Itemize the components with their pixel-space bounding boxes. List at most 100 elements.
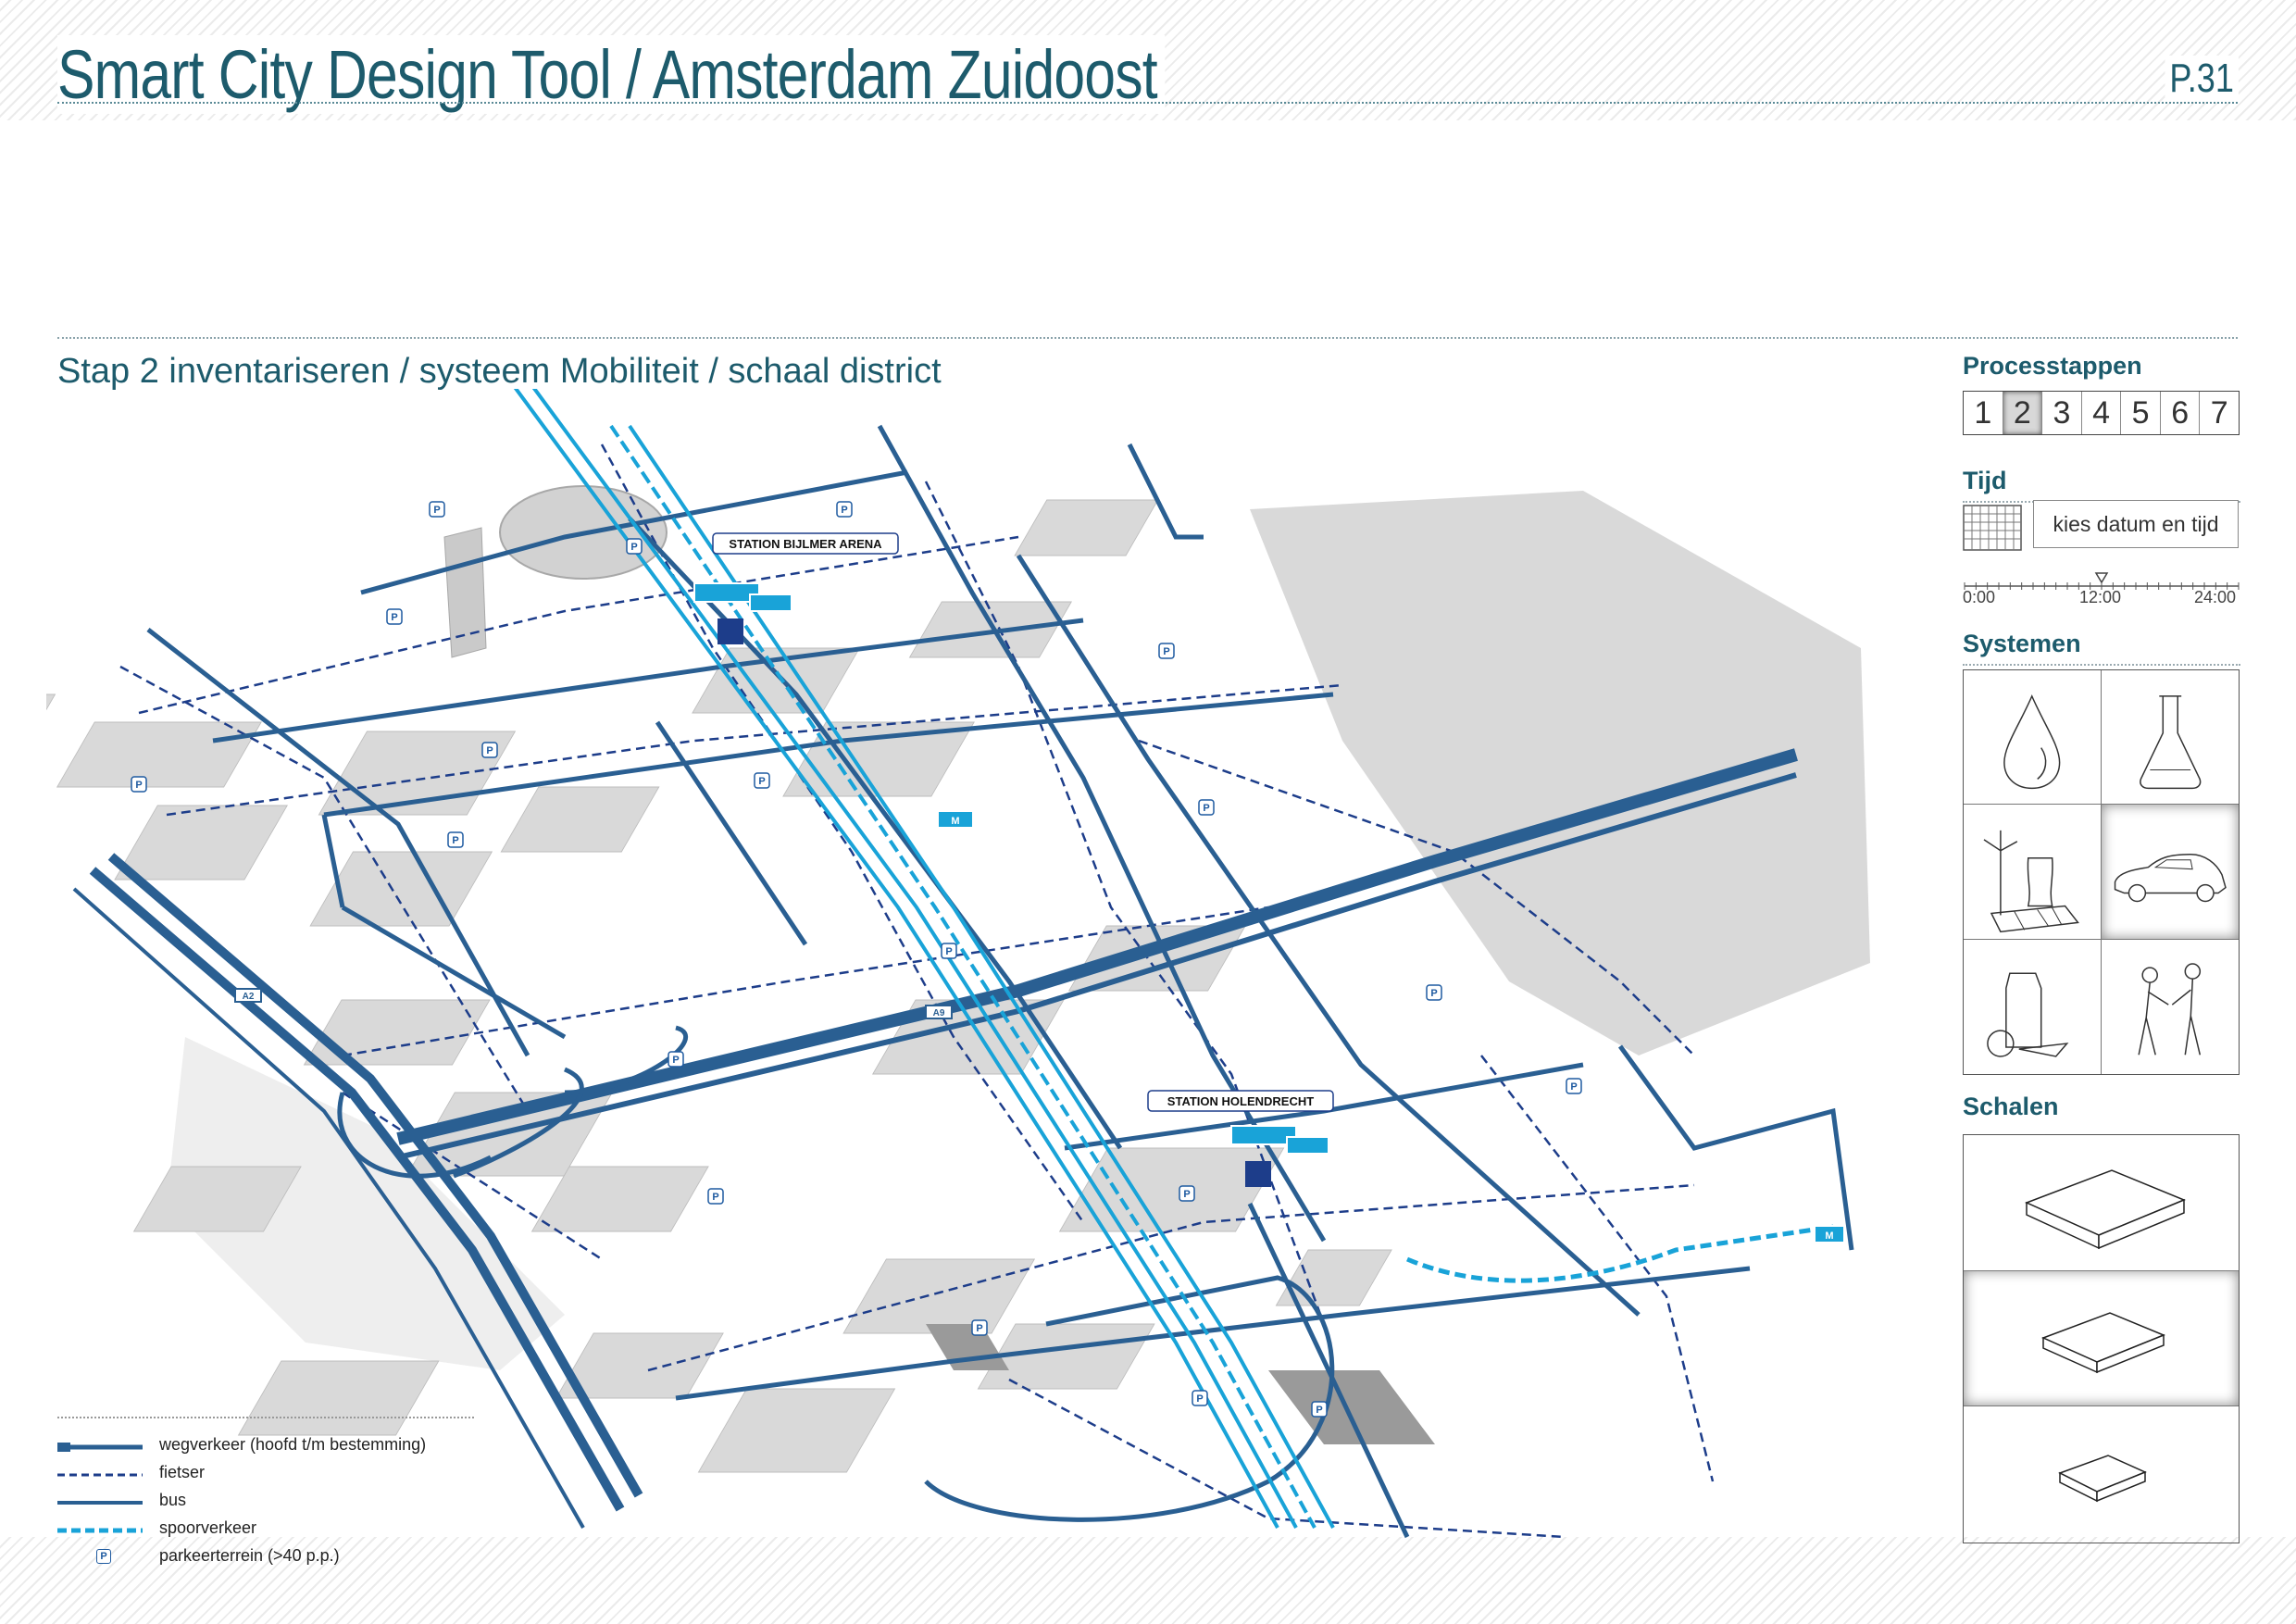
- legend-label-bike: fietser: [159, 1463, 206, 1481]
- process-heading: Processtappen: [1963, 352, 2240, 381]
- step-button-6[interactable]: 6: [2161, 392, 2201, 434]
- highway-shield-a2: A2: [234, 988, 262, 1003]
- legend-item-rail: spoorverkeer: [57, 1517, 474, 1544]
- parking-marker-label: P: [452, 835, 458, 846]
- station-label-bijlmer: STATION BIJLMER ARENA: [729, 537, 882, 551]
- scale-medium-icon: [2041, 1312, 2165, 1374]
- systems-grid: [1963, 669, 2240, 1075]
- step-button-5[interactable]: 5: [2121, 392, 2161, 434]
- metro-stop-middle[interactable]: M: [937, 810, 974, 829]
- energy-icon: [1983, 831, 2079, 933]
- legend-label-parking: parkeerterrein (>40 p.p.): [159, 1546, 340, 1565]
- parking-marker-label: P: [433, 505, 440, 516]
- system-food[interactable]: [1964, 939, 2102, 1074]
- parking-marker-label: P: [672, 1055, 679, 1066]
- water-drop-icon: [2003, 694, 2061, 790]
- food-icon: [1987, 972, 2069, 1057]
- parking-marker-label: P: [630, 542, 637, 553]
- process-steps: 1 2 3 4 5 6 7: [1963, 391, 2240, 435]
- parking-marker-label: P: [945, 946, 952, 957]
- time-heading: Tijd: [1963, 467, 2240, 503]
- parking-marker-label: P: [841, 505, 847, 516]
- systems-heading-text: Systemen: [1963, 630, 2081, 657]
- station-bijlmer-arena[interactable]: STATION BIJLMER ARENA: [693, 532, 899, 644]
- highway-label-a9: A9: [933, 1008, 945, 1018]
- car-icon: [2114, 854, 2227, 903]
- metro-stop-east[interactable]: M: [1814, 1225, 1845, 1243]
- parking-lot-grey: [1268, 1370, 1435, 1444]
- date-time-field[interactable]: kies datum en tijd: [2033, 500, 2239, 548]
- legend-item-road: wegverkeer (hoofd t/m bestemming): [57, 1433, 474, 1461]
- page-number: P.31: [2165, 56, 2239, 102]
- system-energy[interactable]: [1964, 805, 2102, 940]
- legend-divider: [57, 1417, 474, 1418]
- title-divider: [57, 102, 2238, 104]
- parking-marker-label: P: [391, 612, 397, 623]
- scales-list: [1963, 1134, 2240, 1543]
- parking-icon: P: [96, 1549, 111, 1564]
- bike-line-icon: [57, 1473, 143, 1477]
- parking-marker-label: P: [486, 745, 493, 756]
- system-water[interactable]: [1964, 670, 2102, 806]
- parking-marker-label: P: [1570, 1081, 1577, 1093]
- legend-item-bus: bus: [57, 1489, 474, 1517]
- people-icon: [2137, 962, 2201, 1056]
- parking-marker-label: P: [135, 780, 142, 791]
- parking-marker-label: P: [1196, 1393, 1203, 1405]
- section-subtitle: Stap 2 inventariseren / systeem Mobilite…: [57, 352, 942, 391]
- calendar-icon[interactable]: [1963, 505, 2022, 551]
- bus-line-icon: [57, 1501, 143, 1505]
- metro-symbol-east: M: [1825, 1230, 1833, 1242]
- section-divider: [57, 337, 2238, 339]
- system-social[interactable]: [2102, 940, 2240, 1074]
- step-button-2[interactable]: 2: [2003, 392, 2043, 434]
- systems-heading: Systemen: [1963, 630, 2240, 666]
- scale-large-icon: [2025, 1169, 2186, 1250]
- timeline-start-label: 0:00: [1963, 588, 1996, 606]
- scale-small-icon: [2058, 1455, 2147, 1503]
- step-button-4[interactable]: 4: [2082, 392, 2122, 434]
- scale-option-medium[interactable]: [1964, 1270, 2239, 1406]
- timeline-mid-label: 12:00: [2079, 588, 2122, 606]
- parking-marker-label: P: [976, 1323, 982, 1334]
- step-button-3[interactable]: 3: [2042, 392, 2082, 434]
- building-blocks: [46, 499, 1392, 1473]
- road-line-icon: [57, 1443, 143, 1452]
- system-mobility[interactable]: [2101, 805, 2239, 940]
- flask-icon: [2139, 695, 2201, 790]
- step-button-7[interactable]: 7: [2200, 392, 2239, 434]
- legend-item-parking: P parkeerterrein (>40 p.p.): [57, 1544, 474, 1572]
- legend-item-bike: fietser: [57, 1461, 474, 1489]
- district-map: A2 A9 STATION BIJLMER ARENA STATION HOLE…: [46, 389, 1870, 1539]
- parking-marker-label: P: [1430, 988, 1437, 999]
- parking-marker-label: P: [1183, 1189, 1190, 1200]
- tower-block: [443, 527, 487, 658]
- control-panel: Processtappen 1 2 3 4 5 6 7 Tijd kies da…: [1963, 352, 2240, 1543]
- open-water-area: [1250, 491, 1870, 1056]
- scale-option-small[interactable]: [1964, 1405, 2239, 1541]
- legend-label-bus: bus: [159, 1491, 187, 1509]
- highway-shield-a9: A9: [925, 1005, 953, 1019]
- time-heading-text: Tijd: [1963, 467, 2007, 494]
- rail-line-icon: [57, 1528, 143, 1533]
- metro-symbol: M: [951, 816, 959, 827]
- highway-label-a2: A2: [243, 992, 255, 1002]
- scales-heading: Schalen: [1963, 1093, 2240, 1121]
- parking-marker-label: P: [1203, 803, 1209, 814]
- scale-option-large[interactable]: [1964, 1135, 2239, 1271]
- timeline-end-label: 24:00: [2194, 588, 2237, 606]
- step-button-1[interactable]: 1: [1964, 392, 2003, 434]
- systems-heading-rule: [1963, 664, 2240, 666]
- scales-heading-text: Schalen: [1963, 1093, 2059, 1120]
- station-label-holendrecht: STATION HOLENDRECHT: [1167, 1094, 1314, 1108]
- map-legend: wegverkeer (hoofd t/m bestemming) fietse…: [57, 1417, 474, 1572]
- system-chemistry[interactable]: [2101, 670, 2239, 806]
- process-heading-text: Processtappen: [1963, 352, 2142, 380]
- time-slider-handle[interactable]: [2094, 572, 2109, 584]
- legend-label-road: wegverkeer (hoofd t/m bestemming): [159, 1435, 427, 1454]
- parking-marker-label: P: [1163, 646, 1169, 657]
- legend-label-rail: spoorverkeer: [159, 1518, 257, 1537]
- parking-marker-label: P: [712, 1192, 718, 1203]
- parking-marker-label: P: [758, 776, 765, 787]
- parking-marker-label: P: [1316, 1405, 1322, 1416]
